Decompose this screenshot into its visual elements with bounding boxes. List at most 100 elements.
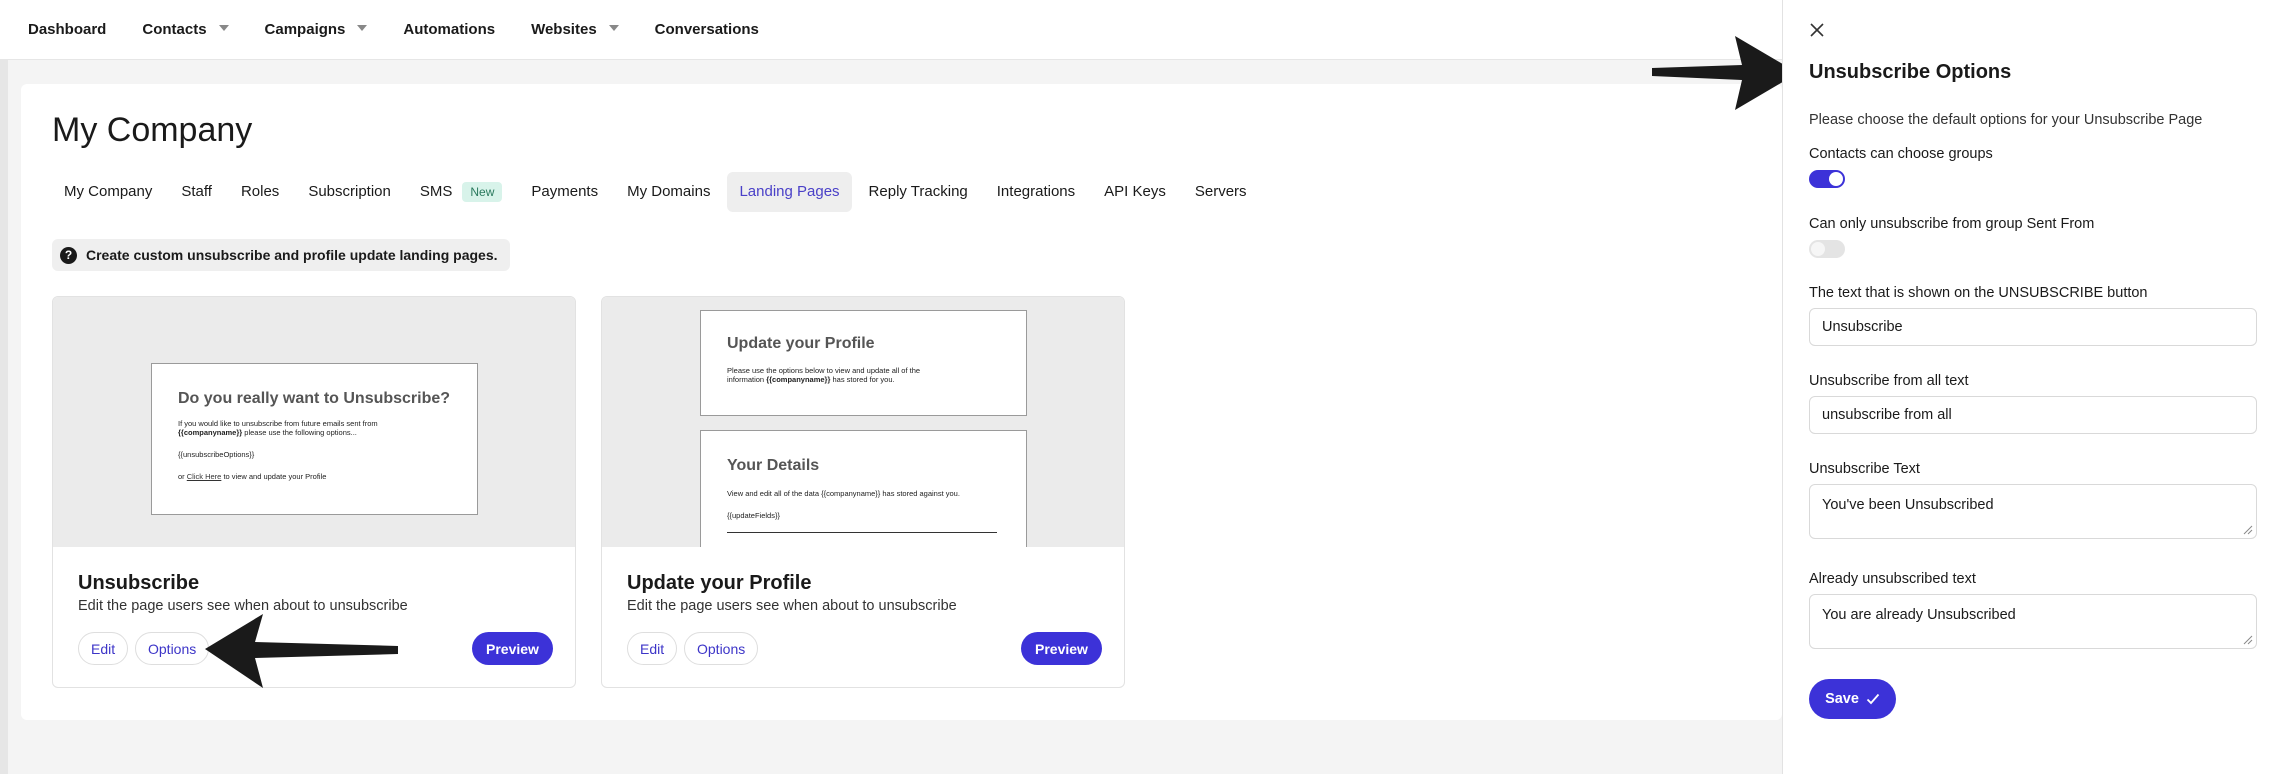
edit-button[interactable]: Edit [627,632,678,665]
annotation-arrow-panel-title [1652,36,1798,110]
tab-servers[interactable]: Servers [1183,172,1259,212]
mock-text: or [178,472,187,481]
tab-label: Payments [531,183,599,200]
nav-label: Contacts [142,21,207,38]
tab-subscription[interactable]: Subscription [296,172,403,212]
nav-label: Conversations [654,21,759,38]
field-value: You've been Unsubscribed [1822,497,1994,513]
tab-sms[interactable]: SMS New [408,172,515,212]
annotation-arrow-options [205,614,398,688]
tab-my-company[interactable]: My Company [52,172,164,212]
unsubscribe-text-textarea[interactable]: You've been Unsubscribed [1809,484,2257,539]
field-value: Unsubscribe [1822,319,1903,335]
tab-integrations[interactable]: Integrations [985,172,1087,212]
panel-title: Unsubscribe Options [1809,61,2012,83]
checkmark-icon [1866,693,1880,705]
already-unsubscribed-label: Already unsubscribed text [1809,571,1976,587]
mock-text: information [727,375,767,384]
new-badge: New [462,182,503,202]
preview-button[interactable]: Preview [472,632,553,665]
resize-handle-icon[interactable] [2243,525,2253,535]
tab-payments[interactable]: Payments [519,172,610,212]
tab-my-domains[interactable]: My Domains [615,172,722,212]
help-icon: ? [60,246,77,264]
unsubscribe-all-label: Unsubscribe from all text [1809,373,1969,389]
button-text-input[interactable]: Unsubscribe [1809,308,2257,346]
nav-label: Websites [531,21,597,38]
unsubscribe-mock-page: Do you really want to Unsubscribe? If yo… [151,363,478,515]
nav-campaigns[interactable]: Campaigns [265,21,368,38]
mock-text: {{companyname}} [766,375,831,384]
toggle-knob [1811,242,1825,256]
mock-heading: Do you really want to Unsubscribe? [178,390,451,407]
caret-down-icon [608,24,619,31]
mock-text: If you would like to unsubscribe from fu… [178,419,378,428]
card-title: Unsubscribe [78,572,200,594]
mock-footer: or Click Here to view and update your Pr… [178,472,451,481]
unsubscribe-text-label: Unsubscribe Text [1809,461,1920,477]
tab-api-keys[interactable]: API Keys [1092,172,1178,212]
nav-websites[interactable]: Websites [531,21,619,38]
caret-down-icon [218,24,229,31]
nav-label: Dashboard [28,21,107,38]
tab-landing-pages[interactable]: Landing Pages [727,172,852,212]
tab-label: Staff [181,183,212,200]
options-button[interactable]: Options [684,632,759,665]
mock-heading: Update your Profile [727,335,875,352]
preview-button[interactable]: Preview [1021,632,1102,665]
tab-label: API Keys [1104,183,1166,200]
card-description: Edit the page users see when about to un… [627,598,957,614]
tab-label: My Domains [627,183,711,200]
nav-automations[interactable]: Automations [403,21,495,38]
tab-label: Subscription [308,183,391,200]
info-banner: ? Create custom unsubscribe and profile … [52,239,510,271]
settings-tabs: My Company Staff Roles Subscription SMS N… [52,172,1264,212]
unsubscribe-preview-thumbnail: Do you really want to Unsubscribe? If yo… [53,297,575,547]
nav-contacts[interactable]: Contacts [142,21,229,38]
mock-heading: Your Details [727,457,820,474]
mock-text: {{companyname}} [178,428,243,437]
edit-button[interactable]: Edit [78,632,129,665]
nav-conversations[interactable]: Conversations [655,21,759,38]
mock-paragraph: Please use the options below to view and… [727,366,921,375]
overlay-shade [0,0,8,774]
tab-label: Servers [1194,183,1247,200]
top-nav: Dashboard Contacts Campaigns Automations… [0,0,1782,60]
unsubscribe-all-input[interactable]: unsubscribe from all [1809,396,2257,434]
tab-reply-tracking[interactable]: Reply Tracking [857,172,980,212]
tab-roles[interactable]: Roles [229,172,291,212]
caret-down-icon [357,24,368,31]
mock-paragraph: If you would like to unsubscribe from fu… [178,419,451,428]
tab-label: Integrations [996,183,1076,200]
button-text-label: The text that is shown on the UNSUBSCRIB… [1809,285,2148,301]
already-unsubscribed-textarea[interactable]: You are already Unsubscribed [1809,594,2257,649]
tab-label: Landing Pages [739,183,840,200]
tab-staff[interactable]: Staff [169,172,224,212]
mock-text: has stored for you. [830,375,895,384]
options-button[interactable]: Options [135,632,210,665]
mock-link: Click Here [186,472,222,481]
page-title: My Company [52,111,253,149]
save-label: Save [1825,691,1859,707]
field-value: You are already Unsubscribed [1822,607,2016,623]
sent-from-toggle[interactable] [1809,240,1845,258]
groups-toggle[interactable] [1809,170,1845,188]
nav-label: Automations [403,21,496,38]
unsubscribe-options-panel: Unsubscribe Options Please choose the de… [1782,0,2272,774]
resize-handle-icon[interactable] [2243,635,2253,645]
update-profile-preview-thumbnail: Update your Profile Please use the optio… [602,297,1124,547]
card-title: Update your Profile [627,572,812,594]
groups-toggle-label: Contacts can choose groups [1809,146,1993,162]
profile-mock-top: Update your Profile Please use the optio… [700,310,1027,416]
mock-divider [727,532,997,533]
tab-label: My Company [64,183,153,200]
close-icon[interactable] [1807,20,1827,40]
nav-dashboard[interactable]: Dashboard [28,21,106,38]
tab-label: Reply Tracking [868,183,968,200]
profile-mock-details: Your Details View and edit all of the da… [700,430,1027,547]
sent-from-toggle-label: Can only unsubscribe from group Sent Fro… [1809,216,2095,232]
mock-tag: {{unsubscribeOptions}} [178,450,255,459]
save-button[interactable]: Save [1809,679,1896,719]
mock-paragraph: information {{companyname}} has stored f… [727,375,1000,384]
tab-label: Roles [240,183,280,200]
